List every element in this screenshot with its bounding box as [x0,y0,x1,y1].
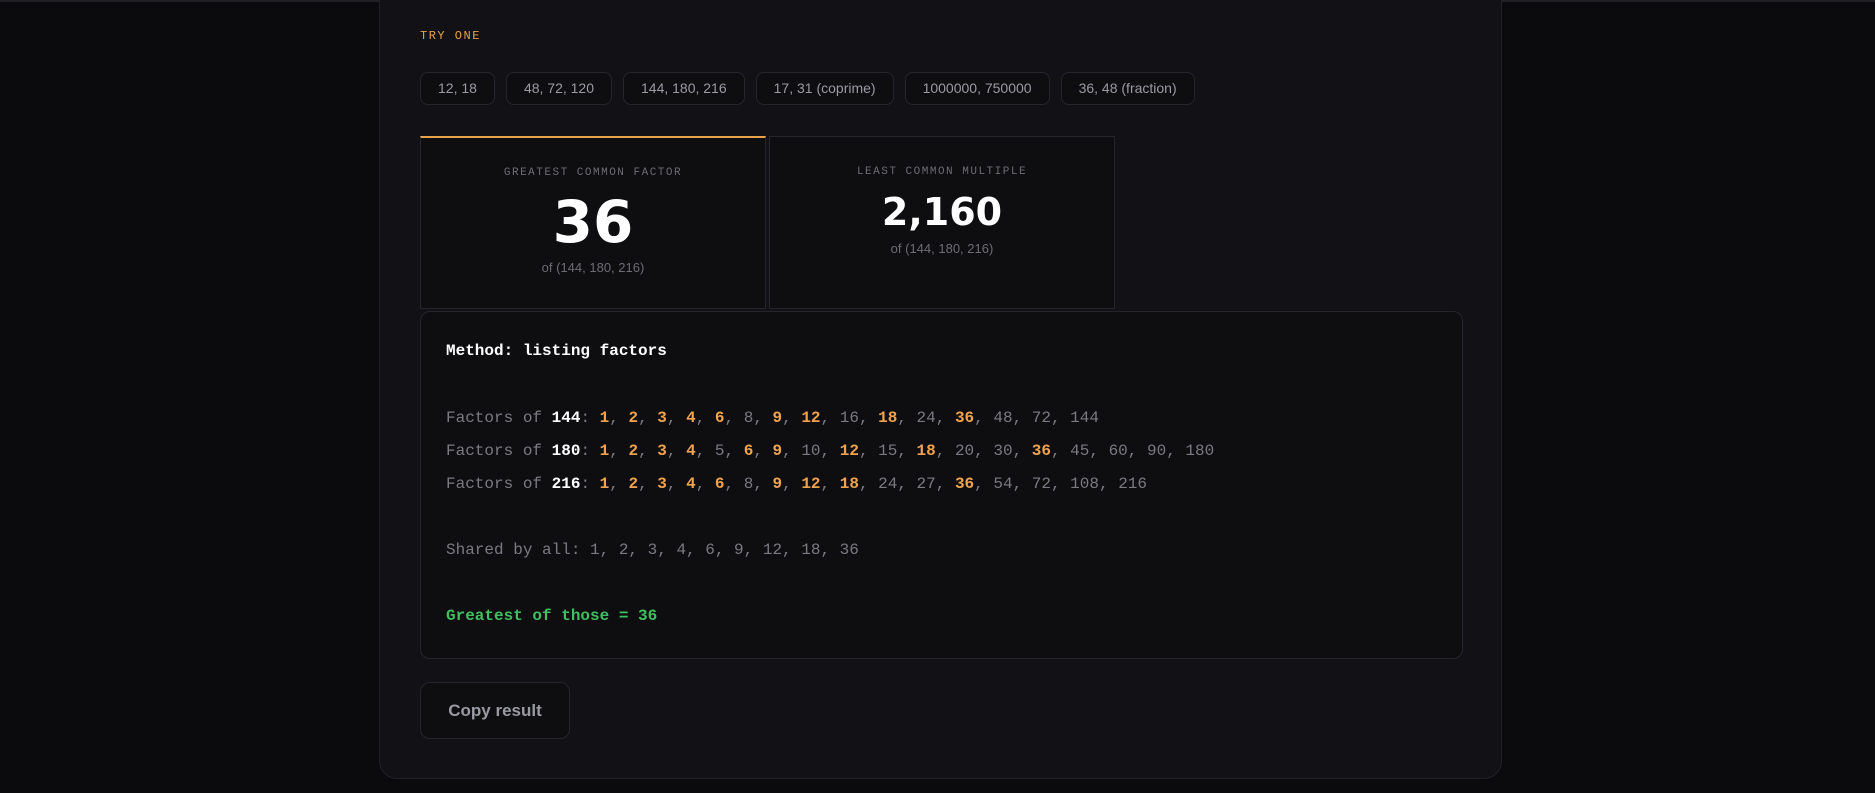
lcm-value: 2,160 [881,190,1003,234]
gcf-inputs: of (144, 180, 216) [541,260,645,275]
factor: 5 [714,442,725,460]
factor: 15 [878,442,898,460]
shared-factor: 36 [954,475,975,493]
factor: 108 [1070,475,1099,493]
shared-factor: 3 [657,409,667,427]
factor: 16 [839,409,859,427]
factor: 10 [801,442,821,460]
shared-factor: 18 [916,442,936,460]
factor: 24 [878,475,898,493]
gcf-value: 36 [552,188,634,256]
lcm-label: LEAST COMMON MULTIPLE [856,166,1028,178]
shared-factor: 12 [839,442,859,460]
factor: 90 [1146,442,1167,460]
factor: 27 [916,475,936,493]
factor-prefix: Factors of [446,475,552,493]
shared-factor: 4 [686,409,696,427]
example-chip[interactable]: 36, 48 (fraction) [1060,72,1195,105]
gcf-card: GREATEST COMMON FACTOR 36 of (144, 180, … [420,136,766,309]
factor-number: 144 [551,409,581,427]
shared-factor: 9 [772,409,783,427]
shared-factor: 4 [686,475,696,493]
try-one-label: TRY ONE [420,29,481,43]
shared-factors: Shared by all: 1, 2, 3, 4, 6, 9, 12, 18,… [446,541,859,559]
factor: 30 [993,442,1013,460]
shared-factor: 18 [839,475,859,493]
factor: 72 [1031,409,1051,427]
shared-factor: 4 [686,442,696,460]
factor: 8 [743,409,754,427]
shared-factor: 2 [628,475,639,493]
shared-factor: 36 [1031,442,1051,460]
factor: 54 [993,475,1013,493]
lcm-card: LEAST COMMON MULTIPLE 2,160 of (144, 180… [769,136,1115,309]
method-title: Method: listing factors [446,342,667,360]
gcf-label: GREATEST COMMON FACTOR [503,167,683,179]
example-chip[interactable]: 48, 72, 120 [505,72,612,105]
method-panel: Method: listing factors Factors of 144: … [420,311,1463,659]
shared-factor: 36 [954,409,975,427]
shared-factor: 3 [657,475,667,493]
factor: 48 [993,409,1013,427]
factor-row: Factors of 216: 1, 2, 3, 4, 6, 8, 9, 12,… [446,475,1147,493]
shared-factor: 9 [772,442,783,460]
copy-result-button[interactable]: Copy result [420,682,570,739]
factor-list: 1, 2, 3, 4, 6, 8, 9, 12, 18, 24, 27, 36,… [599,475,1147,493]
shared-factor: 3 [657,442,667,460]
shared-factor: 1 [599,442,610,460]
factor: 45 [1070,442,1090,460]
factor-row: Factors of 144: 1, 2, 3, 4, 6, 8, 9, 12,… [446,409,1099,427]
factor-number: 216 [551,475,581,493]
factor: 144 [1070,409,1099,427]
shared-factor: 2 [628,442,639,460]
example-chips: 12, 18 48, 72, 120 144, 180, 216 17, 31 … [420,72,1195,105]
factor: 216 [1118,475,1147,493]
factor-list: 1, 2, 3, 4, 6, 8, 9, 12, 16, 18, 24, 36,… [599,409,1099,427]
lcm-inputs: of (144, 180, 216) [890,241,994,256]
shared-factor: 1 [599,409,610,427]
factor: 60 [1108,442,1128,460]
factor: 8 [743,475,754,493]
factor-prefix: Factors of [446,442,552,460]
shared-factor: 9 [772,475,783,493]
factor-prefix: Factors of [446,409,552,427]
factor-number: 180 [551,442,581,460]
shared-factor: 18 [878,409,898,427]
factor: 20 [954,442,975,460]
shared-factor: 12 [801,475,821,493]
shared-factor: 6 [714,409,725,427]
factor-row: Factors of 180: 1, 2, 3, 4, 5, 6, 9, 10,… [446,442,1215,460]
example-chip[interactable]: 1000000, 750000 [904,72,1050,105]
example-chip[interactable]: 17, 31 (coprime) [755,72,894,105]
factor-list: 1, 2, 3, 4, 5, 6, 9, 10, 12, 15, 18, 20,… [599,442,1215,460]
factor: 180 [1185,442,1215,460]
shared-factor: 6 [743,442,754,460]
gcf-result-line: Greatest of those = 36 [446,607,658,625]
factor: 72 [1031,475,1051,493]
shared-factor: 12 [801,409,821,427]
example-chip[interactable]: 12, 18 [420,72,495,105]
shared-factor: 1 [599,475,610,493]
factor: 24 [916,409,936,427]
shared-factor: 2 [628,409,639,427]
example-chip[interactable]: 144, 180, 216 [623,72,745,105]
shared-factor: 6 [714,475,725,493]
